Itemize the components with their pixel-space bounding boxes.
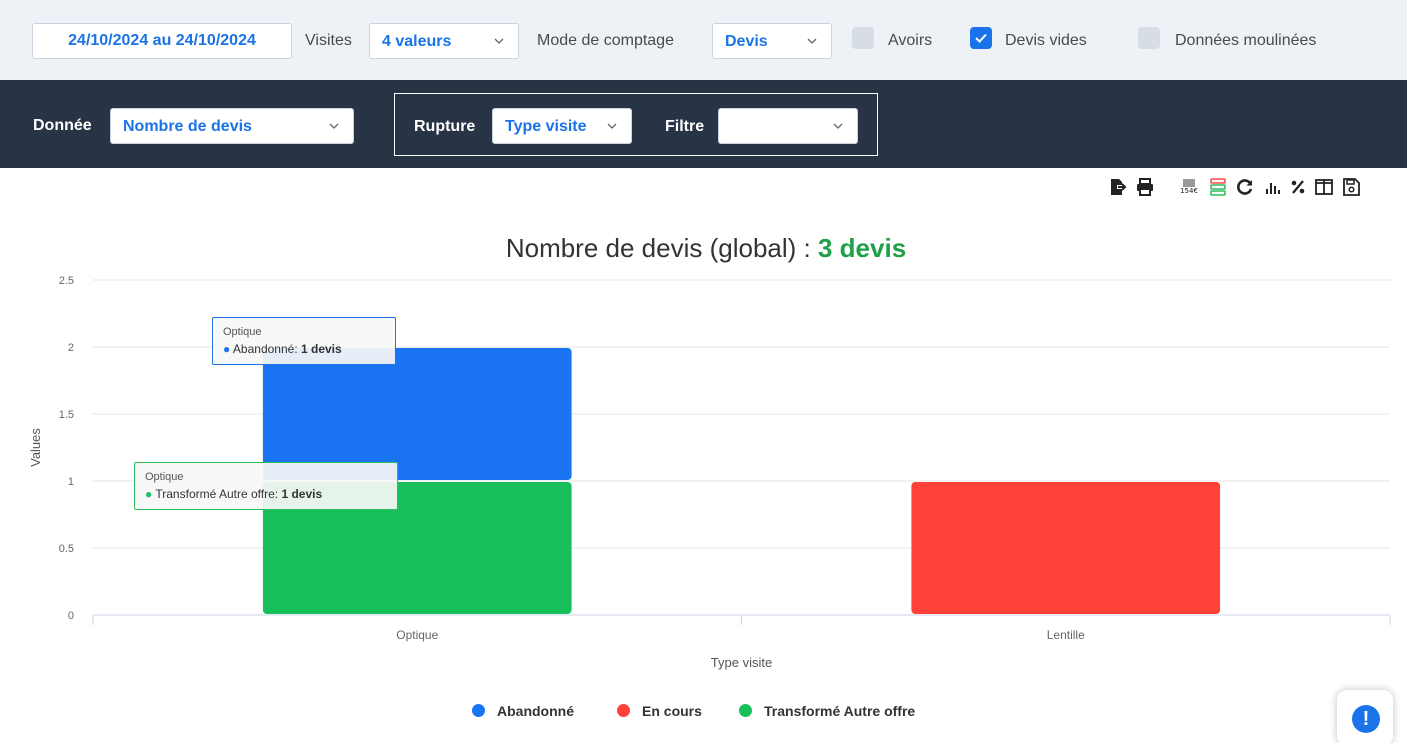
exclamation-icon: ! [1352, 705, 1380, 733]
bar-chart-icon[interactable] [1262, 177, 1282, 197]
date-range-button[interactable]: 24/10/2024 au 24/10/2024 [32, 23, 292, 59]
legend-item-transforme[interactable]: Transformé Autre offre [739, 702, 915, 720]
filtre-label: Filtre [665, 118, 705, 135]
donnee-select[interactable]: Nombre de devis [110, 108, 354, 144]
devis-vides-label: Devis vides [1005, 32, 1087, 49]
chevron-down-icon [833, 123, 843, 129]
tooltip-bullet-icon: ● [145, 487, 153, 501]
print-icon[interactable] [1135, 177, 1155, 197]
visites-label: Visites [305, 32, 352, 49]
x-tick-label: Optique [396, 628, 438, 642]
mode-comptage-label: Mode de comptage [537, 32, 674, 49]
chart-title-text: Nombre de devis (global) : [505, 233, 811, 263]
y-tick-label: 0.5 [59, 543, 74, 555]
y-tick-label: 0 [68, 610, 74, 622]
chevron-down-icon [329, 123, 339, 129]
legend-label: Abandonné [497, 703, 574, 719]
visites-select[interactable]: 4 valeurs [369, 23, 519, 59]
legend-label: Transformé Autre offre [764, 703, 916, 719]
avoirs-label: Avoirs [888, 32, 933, 49]
bar-abandonn- [262, 348, 572, 480]
chevron-down-icon [607, 123, 617, 129]
chevron-down-icon [494, 38, 504, 44]
tooltip-transforme: Optique ● Transformé Autre offre: 1 devi… [134, 462, 398, 510]
mode-comptage-value: Devis [725, 33, 768, 50]
stack-icon[interactable] [1208, 177, 1228, 197]
currency-icon[interactable]: 154€ [1179, 177, 1199, 197]
rupture-label: Rupture [414, 118, 476, 135]
tooltip-series: Abandonné [232, 342, 295, 356]
visites-value: 4 valeurs [382, 33, 452, 50]
legend-dot-icon [739, 704, 752, 717]
legend-item-abandonne[interactable]: Abandonné [472, 702, 574, 720]
refresh-icon[interactable] [1235, 177, 1255, 197]
tooltip-category: Optique [223, 326, 262, 338]
bar-en-cours [911, 482, 1221, 614]
legend-label: En cours [642, 703, 702, 719]
legend-dot-icon [617, 704, 630, 717]
rupture-select[interactable]: Type visite [492, 108, 632, 144]
tooltip-category: Optique [145, 471, 184, 483]
y-tick-label: 1 [68, 476, 74, 488]
tooltip-series: Transformé Autre offre [155, 487, 275, 501]
rupture-filter-group: Rupture Type visite Filtre [394, 93, 878, 156]
percent-icon[interactable] [1288, 177, 1308, 197]
export-icon[interactable] [1108, 177, 1128, 197]
x-tick-label: Lentille [1047, 628, 1085, 642]
filter-bar: 24/10/2024 au 24/10/2024 Visites 4 valeu… [0, 0, 1407, 80]
legend-dot-icon [472, 704, 485, 717]
tooltip-value: 1 devis [281, 487, 323, 501]
avoirs-checkbox[interactable] [852, 27, 874, 49]
check-icon [975, 33, 987, 43]
chevron-down-icon [807, 38, 817, 44]
y-tick-label: 2 [68, 342, 74, 354]
tooltip-bullet-icon: ● [223, 342, 231, 356]
y-axis-title: Values [28, 428, 43, 467]
y-tick-label: 2.5 [59, 275, 74, 287]
y-tick-label: 1.5 [59, 409, 74, 421]
config-bar: Donnée Nombre de devis Rupture Type visi… [0, 80, 1407, 168]
chart-title-total: 3 devis [817, 233, 907, 263]
tooltip-value: 1 devis [301, 342, 342, 356]
legend-item-en-cours[interactable]: En cours [617, 702, 702, 720]
donnees-moulinees-label: Données moulinées [1175, 32, 1317, 49]
filtre-select[interactable] [718, 108, 858, 144]
devis-vides-checkbox[interactable] [970, 27, 992, 49]
rupture-value: Type visite [505, 118, 587, 135]
x-axis-title: Type visite [711, 655, 772, 670]
donnee-value: Nombre de devis [123, 118, 252, 135]
save-icon[interactable] [1341, 177, 1361, 197]
tooltip-body: ● Abandonné: 1 devis [223, 342, 342, 356]
donnee-label: Donnée [33, 117, 92, 134]
svg-text:154€: 154€ [1180, 187, 1198, 195]
columns-icon[interactable] [1314, 177, 1334, 197]
mode-comptage-select[interactable]: Devis [712, 23, 832, 59]
help-button[interactable]: ! [1337, 690, 1393, 743]
tooltip-abandonne: Optique ● Abandonné: 1 devis [212, 317, 396, 365]
donnees-moulinees-checkbox[interactable] [1138, 27, 1160, 49]
tooltip-body: ● Transformé Autre offre: 1 devis [145, 487, 323, 501]
